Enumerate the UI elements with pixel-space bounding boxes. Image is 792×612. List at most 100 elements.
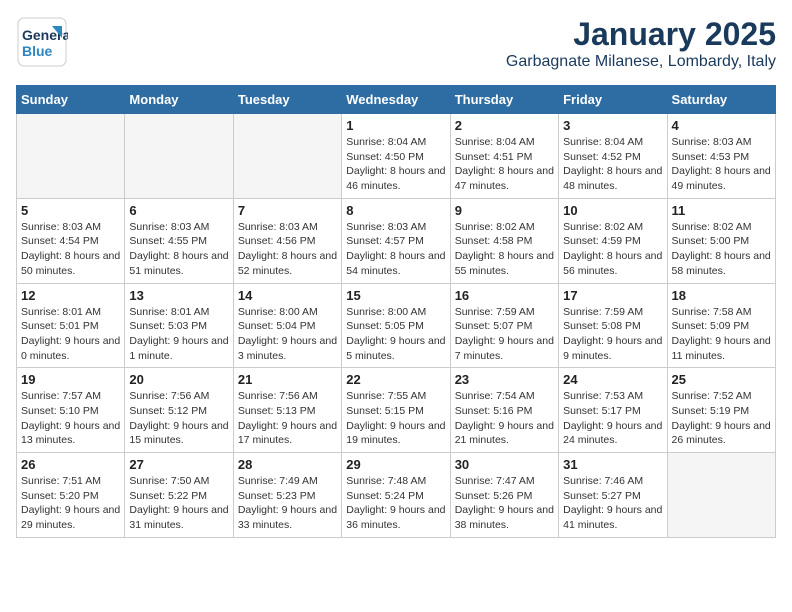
day-detail: Sunrise: 8:04 AMSunset: 4:51 PMDaylight:… [455,135,554,194]
day-number: 5 [21,203,120,218]
title-area: January 2025 Garbagnate Milanese, Lombar… [506,16,776,71]
calendar-cell: 1Sunrise: 8:04 AMSunset: 4:50 PMDaylight… [342,114,450,199]
calendar-cell: 24 Sunrise: 7:53 AMSunset: 5:17 PMDayligh… [559,368,667,453]
day-detail: Sunrise: 7:59 AMSunset: 5:08 PMDaylight:… [563,305,662,364]
calendar-cell: 5 Sunrise: 8:03 AMSunset: 4:54 PMDaylight… [17,198,125,283]
calendar-cell: 11 Sunrise: 8:02 AMSunset: 5:00 PMDayligh… [667,198,775,283]
day-detail: Sunrise: 8:00 AMSunset: 5:05 PMDaylight:… [346,305,445,364]
logo-icon: General Blue [16,16,68,73]
calendar-cell [667,453,775,538]
day-detail: Sunrise: 7:53 AMSunset: 5:17 PMDaylight:… [563,389,662,448]
day-number: 17 [563,288,662,303]
day-detail: Sunrise: 7:48 AMSunset: 5:24 PMDaylight:… [346,474,445,533]
day-detail: Sunrise: 8:04 AMSunset: 4:52 PMDaylight:… [563,135,662,194]
day-detail: Sunrise: 7:56 AMSunset: 5:13 PMDaylight:… [238,389,337,448]
day-number: 7 [238,203,337,218]
header-thursday: Thursday [450,86,558,114]
day-detail: Sunrise: 7:47 AMSunset: 5:26 PMDaylight:… [455,474,554,533]
calendar-cell: 23Sunrise: 7:54 AMSunset: 5:16 PMDayligh… [450,368,558,453]
day-number: 30 [455,457,554,472]
day-number: 20 [129,372,228,387]
calendar-week-row: 5 Sunrise: 8:03 AMSunset: 4:54 PMDaylight… [17,198,776,283]
day-number: 31 [563,457,662,472]
page-header: General Blue January 2025 Garbagnate Mil… [16,16,776,73]
calendar-cell: 18Sunrise: 7:58 AMSunset: 5:09 PMDayligh… [667,283,775,368]
day-detail: Sunrise: 8:03 AMSunset: 4:53 PMDaylight:… [672,135,771,194]
calendar-cell: 22 Sunrise: 7:55 AMSunset: 5:15 PMDayligh… [342,368,450,453]
header-friday: Friday [559,86,667,114]
calendar-cell: 28 Sunrise: 7:49 AMSunset: 5:23 PMDayligh… [233,453,341,538]
calendar-week-row: 26 Sunrise: 7:51 AMSunset: 5:20 PMDayligh… [17,453,776,538]
day-detail: Sunrise: 8:01 AMSunset: 5:01 PMDaylight:… [21,305,120,364]
day-detail: Sunrise: 8:03 AMSunset: 4:54 PMDaylight:… [21,220,120,279]
day-number: 22 [346,372,445,387]
day-detail: Sunrise: 7:51 AMSunset: 5:20 PMDaylight:… [21,474,120,533]
day-number: 9 [455,203,554,218]
calendar-cell: 16 Sunrise: 7:59 AMSunset: 5:07 PMDayligh… [450,283,558,368]
day-detail: Sunrise: 7:57 AMSunset: 5:10 PMDaylight:… [21,389,120,448]
header-monday: Monday [125,86,233,114]
day-detail: Sunrise: 8:00 AMSunset: 5:04 PMDaylight:… [238,305,337,364]
calendar-table: SundayMondayTuesdayWednesdayThursdayFrid… [16,85,776,538]
header-tuesday: Tuesday [233,86,341,114]
calendar-week-row: 1Sunrise: 8:04 AMSunset: 4:50 PMDaylight… [17,114,776,199]
calendar-cell [233,114,341,199]
header-sunday: Sunday [17,86,125,114]
svg-text:Blue: Blue [22,43,53,59]
day-number: 8 [346,203,445,218]
day-detail: Sunrise: 7:59 AMSunset: 5:07 PMDaylight:… [455,305,554,364]
calendar-cell: 4 Sunrise: 8:03 AMSunset: 4:53 PMDaylight… [667,114,775,199]
day-number: 11 [672,203,771,218]
header-wednesday: Wednesday [342,86,450,114]
day-detail: Sunrise: 7:50 AMSunset: 5:22 PMDaylight:… [129,474,228,533]
day-detail: Sunrise: 8:04 AMSunset: 4:50 PMDaylight:… [346,135,445,194]
calendar-cell: 31 Sunrise: 7:46 AMSunset: 5:27 PMDayligh… [559,453,667,538]
day-number: 3 [563,118,662,133]
day-number: 16 [455,288,554,303]
day-number: 4 [672,118,771,133]
day-detail: Sunrise: 8:01 AMSunset: 5:03 PMDaylight:… [129,305,228,364]
calendar-title: January 2025 [506,16,776,53]
calendar-cell: 25 Sunrise: 7:52 AMSunset: 5:19 PMDayligh… [667,368,775,453]
day-number: 28 [238,457,337,472]
day-detail: Sunrise: 7:55 AMSunset: 5:15 PMDaylight:… [346,389,445,448]
calendar-cell: 27 Sunrise: 7:50 AMSunset: 5:22 PMDayligh… [125,453,233,538]
day-detail: Sunrise: 7:52 AMSunset: 5:19 PMDaylight:… [672,389,771,448]
day-number: 29 [346,457,445,472]
day-number: 24 [563,372,662,387]
day-number: 2 [455,118,554,133]
day-number: 6 [129,203,228,218]
day-detail: Sunrise: 8:03 AMSunset: 4:55 PMDaylight:… [129,220,228,279]
calendar-cell: 13 Sunrise: 8:01 AMSunset: 5:03 PMDayligh… [125,283,233,368]
calendar-cell: 29 Sunrise: 7:48 AMSunset: 5:24 PMDayligh… [342,453,450,538]
day-number: 10 [563,203,662,218]
header-saturday: Saturday [667,86,775,114]
calendar-cell: 21 Sunrise: 7:56 AMSunset: 5:13 PMDayligh… [233,368,341,453]
calendar-cell: 26 Sunrise: 7:51 AMSunset: 5:20 PMDayligh… [17,453,125,538]
calendar-cell: 2 Sunrise: 8:04 AMSunset: 4:51 PMDaylight… [450,114,558,199]
calendar-week-row: 19Sunrise: 7:57 AMSunset: 5:10 PMDayligh… [17,368,776,453]
calendar-cell: 15 Sunrise: 8:00 AMSunset: 5:05 PMDayligh… [342,283,450,368]
calendar-cell: 6 Sunrise: 8:03 AMSunset: 4:55 PMDaylight… [125,198,233,283]
day-number: 27 [129,457,228,472]
day-number: 26 [21,457,120,472]
calendar-cell: 10 Sunrise: 8:02 AMSunset: 4:59 PMDayligh… [559,198,667,283]
day-detail: Sunrise: 7:58 AMSunset: 5:09 PMDaylight:… [672,305,771,364]
day-number: 13 [129,288,228,303]
day-number: 21 [238,372,337,387]
day-number: 12 [21,288,120,303]
day-number: 25 [672,372,771,387]
day-detail: Sunrise: 8:02 AMSunset: 4:59 PMDaylight:… [563,220,662,279]
day-detail: Sunrise: 7:46 AMSunset: 5:27 PMDaylight:… [563,474,662,533]
day-number: 15 [346,288,445,303]
calendar-week-row: 12 Sunrise: 8:01 AMSunset: 5:01 PMDayligh… [17,283,776,368]
calendar-cell [125,114,233,199]
day-detail: Sunrise: 8:03 AMSunset: 4:57 PMDaylight:… [346,220,445,279]
day-detail: Sunrise: 8:03 AMSunset: 4:56 PMDaylight:… [238,220,337,279]
day-detail: Sunrise: 7:54 AMSunset: 5:16 PMDaylight:… [455,389,554,448]
calendar-header-row: SundayMondayTuesdayWednesdayThursdayFrid… [17,86,776,114]
day-detail: Sunrise: 8:02 AMSunset: 5:00 PMDaylight:… [672,220,771,279]
day-number: 14 [238,288,337,303]
day-detail: Sunrise: 7:49 AMSunset: 5:23 PMDaylight:… [238,474,337,533]
calendar-cell: 19Sunrise: 7:57 AMSunset: 5:10 PMDayligh… [17,368,125,453]
